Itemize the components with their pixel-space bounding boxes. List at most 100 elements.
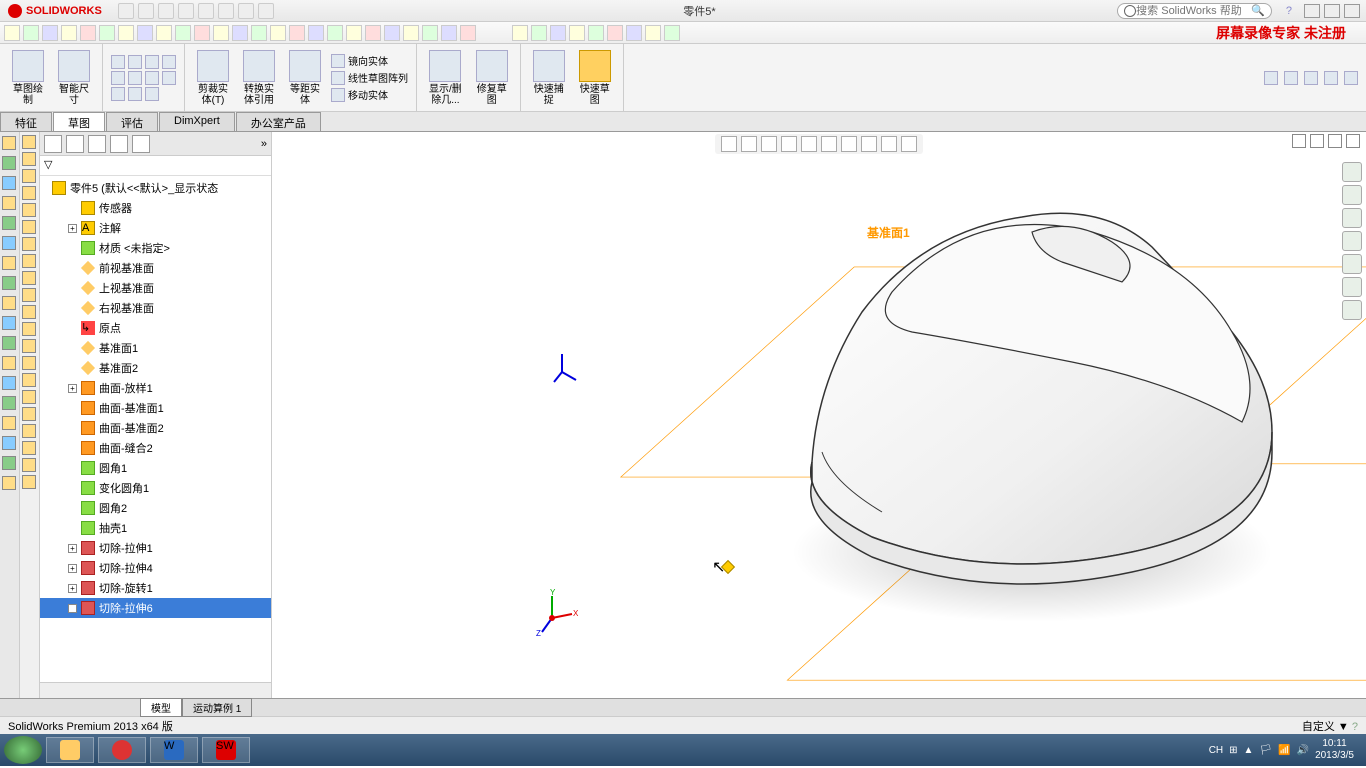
rail-icon[interactable]: [22, 322, 36, 336]
view-triad-icon[interactable]: Y X Z: [532, 588, 582, 638]
graphics-viewport[interactable]: 基准面1 基准面2: [272, 132, 1366, 698]
view-zoom-area[interactable]: [531, 25, 547, 41]
tool-icon[interactable]: [137, 25, 153, 41]
mirror-button[interactable]: 镜向实体: [331, 53, 408, 68]
tool-icon[interactable]: [42, 25, 58, 41]
tree-filter[interactable]: ▽: [40, 156, 271, 176]
task-solidworks[interactable]: SW: [202, 737, 250, 763]
tool-icon[interactable]: [61, 25, 77, 41]
tray-icon[interactable]: ▲: [1244, 745, 1254, 756]
tree-hscroll[interactable]: [40, 682, 271, 698]
rail-icon[interactable]: [22, 186, 36, 200]
status-help-icon[interactable]: ?: [1352, 721, 1358, 733]
clock[interactable]: 10:11 2013/3/5: [1315, 738, 1354, 762]
tool-icon[interactable]: [232, 25, 248, 41]
view-palette-tab-icon[interactable]: [1342, 231, 1362, 251]
tool-icon[interactable]: [441, 25, 457, 41]
tree-sensors[interactable]: 传感器: [40, 198, 271, 218]
tool-icon[interactable]: [175, 25, 191, 41]
tool-icon[interactable]: [99, 25, 115, 41]
tool-icon[interactable]: [213, 25, 229, 41]
tray-icon[interactable]: 🔊: [1297, 745, 1309, 756]
sketch-button[interactable]: 草图绘 制: [8, 48, 48, 108]
text-icon[interactable]: [128, 87, 142, 101]
move-button[interactable]: 移动实体: [331, 87, 408, 102]
rail-icon[interactable]: [2, 296, 16, 310]
view-section[interactable]: [588, 25, 604, 41]
model-tab[interactable]: 模型: [140, 698, 182, 717]
qat-select[interactable]: [218, 3, 234, 19]
tab-evaluate[interactable]: 评估: [106, 112, 158, 131]
rail-icon[interactable]: [2, 456, 16, 470]
resources-tab-icon[interactable]: [1342, 162, 1362, 182]
close-button[interactable]: [1344, 4, 1360, 18]
spline-icon[interactable]: [128, 71, 142, 85]
tree-cut4[interactable]: +切除-拉伸4: [40, 558, 271, 578]
tree-annotations[interactable]: +A注解: [40, 218, 271, 238]
qat-rebuild[interactable]: [238, 3, 254, 19]
fillet-icon[interactable]: [162, 71, 176, 85]
rail-icon[interactable]: [2, 176, 16, 190]
tree-cut1[interactable]: +切除-拉伸1: [40, 538, 271, 558]
tree-surf1[interactable]: 曲面-基准面1: [40, 398, 271, 418]
rail-icon[interactable]: [2, 356, 16, 370]
line-icon[interactable]: [111, 55, 125, 69]
right-tool-icon[interactable]: [1264, 71, 1278, 85]
task-word[interactable]: W: [150, 737, 198, 763]
rail-icon[interactable]: [22, 407, 36, 421]
task-opera[interactable]: [98, 737, 146, 763]
tool-icon[interactable]: [422, 25, 438, 41]
view-appearance[interactable]: [664, 25, 680, 41]
qat-open[interactable]: [138, 3, 154, 19]
rail-icon[interactable]: [2, 376, 16, 390]
rail-icon[interactable]: [2, 336, 16, 350]
tree-root[interactable]: 零件5 (默认<<默认>_显示状态: [40, 178, 271, 198]
tool-icon[interactable]: [327, 25, 343, 41]
view-scene[interactable]: [645, 25, 661, 41]
tree-tab-icon[interactable]: [44, 135, 62, 153]
tree-revcut[interactable]: +切除-旋转1: [40, 578, 271, 598]
doc-close-icon[interactable]: [1346, 134, 1360, 148]
tool-icon[interactable]: [118, 25, 134, 41]
tree-shell[interactable]: 抽壳1: [40, 518, 271, 538]
tool-icon[interactable]: [156, 25, 172, 41]
convert-button[interactable]: 转换实 体引用: [239, 48, 279, 108]
tree-top-plane[interactable]: 上视基准面: [40, 278, 271, 298]
rail-icon[interactable]: [2, 276, 16, 290]
tab-features[interactable]: 特征: [0, 112, 52, 131]
status-custom[interactable]: 自定义: [1302, 721, 1335, 733]
tree-cut6[interactable]: +切除-拉伸6: [40, 598, 271, 618]
tool-icon[interactable]: [308, 25, 324, 41]
tree-fillet2[interactable]: 圆角2: [40, 498, 271, 518]
rail-icon[interactable]: [22, 441, 36, 455]
rail-icon[interactable]: [2, 256, 16, 270]
rect-icon[interactable]: [128, 55, 142, 69]
start-button[interactable]: [4, 736, 42, 764]
quick-snap-button[interactable]: 快速捕 捉: [529, 48, 569, 108]
tree-tab-icon[interactable]: [110, 135, 128, 153]
tool-icon[interactable]: [384, 25, 400, 41]
tool-icon[interactable]: [194, 25, 210, 41]
rail-icon[interactable]: [22, 288, 36, 302]
tree-tab-icon[interactable]: [66, 135, 84, 153]
tab-office[interactable]: 办公室产品: [236, 112, 321, 131]
qat-new[interactable]: [118, 3, 134, 19]
rail-icon[interactable]: [22, 305, 36, 319]
smart-dimension-button[interactable]: 智能尺 寸: [54, 48, 94, 108]
slot-icon[interactable]: [145, 55, 159, 69]
rail-icon[interactable]: [22, 237, 36, 251]
tab-sketch[interactable]: 草图: [53, 112, 105, 131]
rail-icon[interactable]: [22, 135, 36, 149]
tree-right-plane[interactable]: 右视基准面: [40, 298, 271, 318]
tree-surf2[interactable]: 曲面-基准面2: [40, 418, 271, 438]
point-icon[interactable]: [111, 87, 125, 101]
trim-button[interactable]: 剪裁实 体(T): [193, 48, 233, 108]
circle-icon[interactable]: [162, 55, 176, 69]
view-rotate[interactable]: [550, 25, 566, 41]
rail-icon[interactable]: [2, 216, 16, 230]
quick-sketch-button[interactable]: 快速草 图: [575, 48, 615, 108]
right-tool-icon[interactable]: [1284, 71, 1298, 85]
tool-icon[interactable]: [4, 25, 20, 41]
rail-icon[interactable]: [22, 475, 36, 489]
tool-icon[interactable]: [460, 25, 476, 41]
